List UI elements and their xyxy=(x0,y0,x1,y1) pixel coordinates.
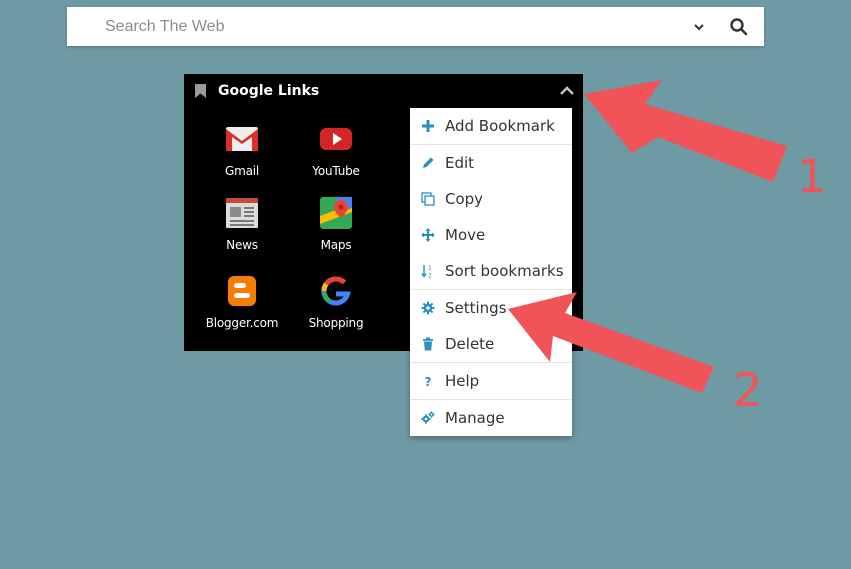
menu-item-label: Help xyxy=(445,372,480,390)
copy-icon xyxy=(421,192,435,206)
svg-text:?: ? xyxy=(425,375,432,388)
menu-item-label: Copy xyxy=(445,190,484,208)
pencil-icon xyxy=(423,157,434,168)
widget-header: Google Links xyxy=(184,74,583,108)
menu-item-add-bookmark[interactable]: Add Bookmark xyxy=(410,108,572,144)
menu-item-label: Sort bookmarks xyxy=(445,262,564,280)
tile-label: YouTube xyxy=(312,164,360,178)
blogger-icon xyxy=(228,276,256,306)
menu-item-sort-bookmarks[interactable]: 1 2 Sort bookmarks xyxy=(410,253,572,289)
tile-label: News xyxy=(226,238,258,252)
widget-title: Google Links xyxy=(218,83,320,99)
move-icon xyxy=(421,228,435,242)
menu-item-delete[interactable]: Delete xyxy=(410,326,572,362)
tile-gmail[interactable]: Gmail xyxy=(195,122,289,192)
context-menu: Add Bookmark Edit Copy Move 1 2 Sort boo… xyxy=(410,108,572,436)
tile-news[interactable]: News xyxy=(195,196,289,266)
annotation-arrow-1 xyxy=(584,80,787,182)
menu-item-copy[interactable]: Copy xyxy=(410,181,572,217)
tile-label: Blogger.com xyxy=(205,316,279,330)
menu-item-label: Edit xyxy=(445,154,475,172)
svg-text:2: 2 xyxy=(428,273,432,279)
menu-item-label: Settings xyxy=(445,299,507,317)
tile-maps[interactable]: Maps xyxy=(289,196,383,266)
menu-item-label: Move xyxy=(445,226,486,244)
menu-item-label: Delete xyxy=(445,335,495,353)
menu-item-manage[interactable]: Manage xyxy=(410,400,572,436)
tile-label: Maps xyxy=(320,238,352,252)
maps-icon xyxy=(320,197,352,229)
menu-item-edit[interactable]: Edit xyxy=(410,145,572,181)
question-icon: ? xyxy=(425,375,432,388)
sort-icon: 1 2 xyxy=(421,265,432,279)
tile-youtube[interactable]: YouTube xyxy=(289,122,383,192)
tile-shopping[interactable]: Shopping xyxy=(289,274,383,344)
chevron-down-icon[interactable] xyxy=(693,21,705,33)
plus-icon xyxy=(422,120,434,132)
svg-text:1: 1 xyxy=(428,265,432,272)
search-bar xyxy=(67,7,764,46)
menu-item-move[interactable]: Move xyxy=(410,217,572,253)
menu-item-settings[interactable]: Settings xyxy=(410,290,572,326)
youtube-icon xyxy=(320,128,352,150)
search-icon[interactable] xyxy=(729,17,749,37)
tile-blogger[interactable]: Blogger.com xyxy=(195,274,289,344)
tile-label: Gmail xyxy=(224,164,259,178)
annotation-number-1: 1 xyxy=(797,149,827,203)
menu-item-help[interactable]: ? Help xyxy=(410,363,572,399)
chevron-up-icon[interactable] xyxy=(559,85,575,97)
menu-item-label: Add Bookmark xyxy=(445,117,555,135)
news-icon xyxy=(226,198,258,228)
gears-icon xyxy=(421,411,435,424)
annotation-number-2: 2 xyxy=(733,363,763,417)
gear-icon xyxy=(421,301,435,315)
trash-icon xyxy=(423,337,433,351)
tile-label: Shopping xyxy=(308,316,364,330)
search-input[interactable] xyxy=(105,7,665,46)
google-icon xyxy=(321,276,351,306)
menu-item-label: Manage xyxy=(445,409,505,427)
gmail-icon xyxy=(226,127,258,151)
bookmark-icon xyxy=(195,84,206,98)
